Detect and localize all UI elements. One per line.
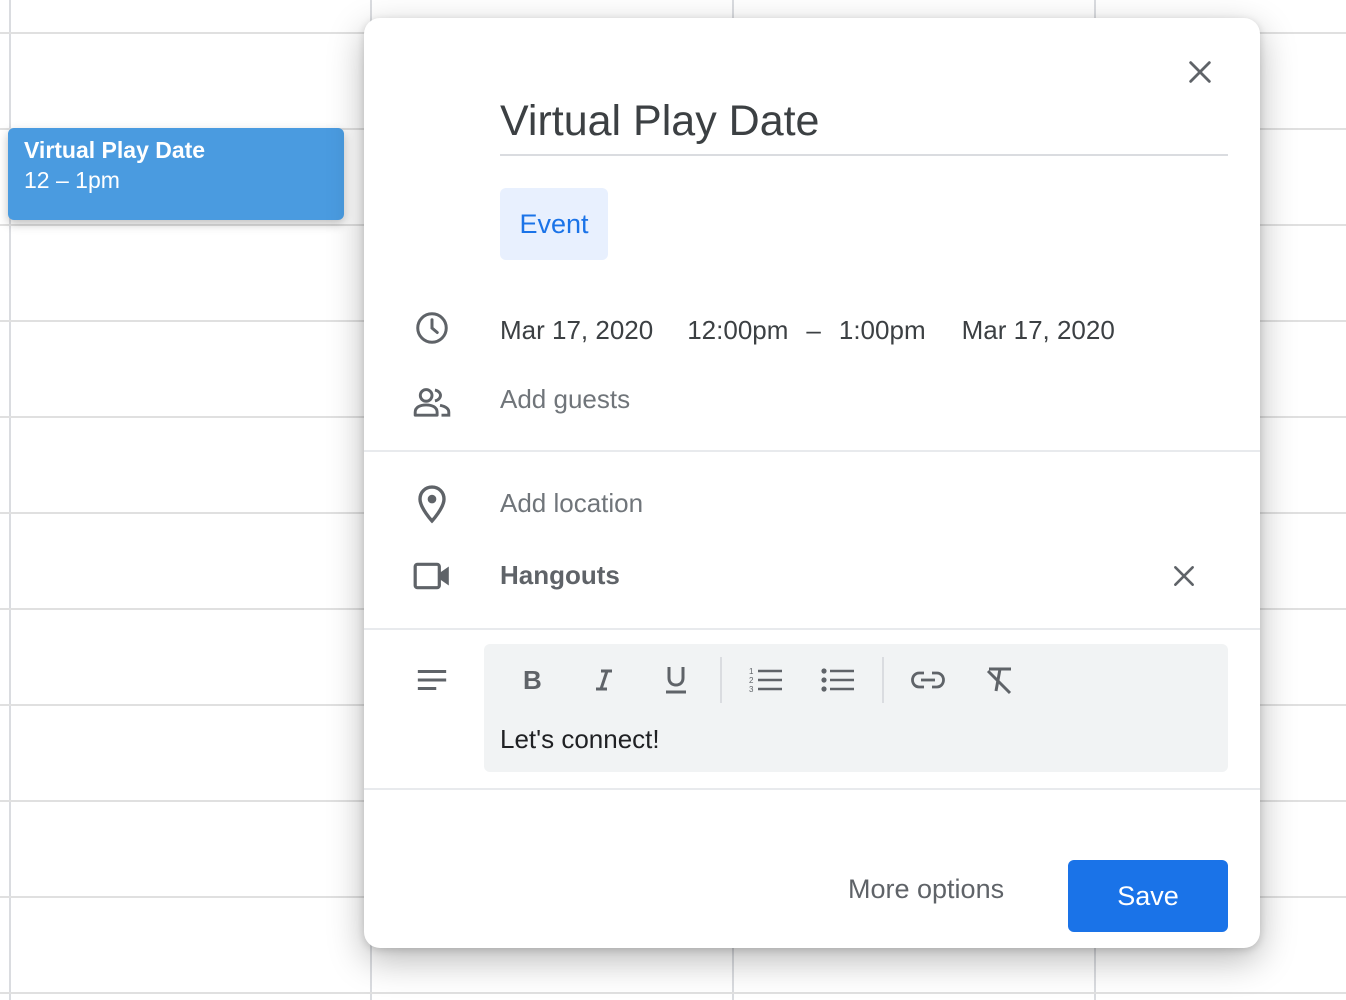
clear-formatting-button[interactable] [976, 656, 1024, 704]
formatting-toolbar: B 1 2 3 [508, 656, 1048, 704]
numbered-list-icon: 1 2 3 [749, 667, 782, 694]
clear-formatting-icon [986, 667, 1012, 695]
section-divider [364, 788, 1260, 790]
description-editor[interactable]: B 1 2 3 Let's connect! [484, 644, 1228, 772]
link-icon [911, 671, 945, 689]
end-time[interactable]: 1:00pm [839, 315, 926, 346]
calendar-event-title: Virtual Play Date [24, 137, 206, 163]
clock-icon [410, 306, 454, 350]
people-icon [410, 380, 454, 424]
toolbar-separator [882, 657, 884, 703]
time-separator: – [806, 314, 821, 345]
start-date[interactable]: Mar 17, 2020 [500, 315, 653, 346]
bulleted-list-button[interactable] [814, 656, 862, 704]
more-options-button[interactable]: More options [848, 874, 1004, 905]
bold-button[interactable]: B [508, 656, 556, 704]
notes-icon [410, 658, 454, 702]
underline-icon [666, 667, 686, 694]
link-button[interactable] [904, 656, 952, 704]
hangouts-link[interactable]: Hangouts [500, 560, 620, 591]
section-divider [364, 450, 1260, 452]
calendar-event-chip[interactable]: Virtual Play Date 12 – 1pm [8, 128, 344, 220]
bulleted-list-icon [821, 668, 854, 692]
add-location-input[interactable]: Add location [500, 488, 643, 519]
event-title-input[interactable]: Virtual Play Date [500, 96, 1228, 156]
date-time-row: Mar 17, 2020 12:00pm – 1:00pm Mar 17, 20… [500, 310, 1115, 350]
italic-icon [596, 669, 612, 691]
close-icon [1189, 61, 1211, 83]
start-time[interactable]: 12:00pm [687, 315, 788, 346]
svg-text:2: 2 [749, 676, 754, 685]
svg-text:B: B [523, 668, 542, 692]
close-button[interactable] [1178, 50, 1222, 94]
end-date[interactable]: Mar 17, 2020 [962, 315, 1115, 346]
section-divider [364, 628, 1260, 630]
location-pin-icon [410, 482, 454, 526]
save-button[interactable]: Save [1068, 860, 1228, 932]
description-text[interactable]: Let's connect! [500, 724, 660, 755]
underline-button[interactable] [652, 656, 700, 704]
remove-conference-button[interactable] [1162, 554, 1206, 598]
video-camera-icon [410, 554, 454, 598]
svg-text:1: 1 [749, 667, 754, 676]
quick-event-dialog: Virtual Play Date Event Mar 17, 2020 12:… [364, 18, 1260, 948]
numbered-list-button[interactable]: 1 2 3 [742, 656, 790, 704]
bold-icon: B [523, 668, 542, 692]
italic-button[interactable] [580, 656, 628, 704]
calendar-event-time: 12 – 1pm [24, 167, 120, 193]
svg-text:3: 3 [749, 685, 754, 694]
close-icon [1174, 566, 1194, 586]
toolbar-separator [720, 657, 722, 703]
event-type-chip[interactable]: Event [500, 188, 608, 260]
add-guests-input[interactable]: Add guests [500, 384, 630, 415]
